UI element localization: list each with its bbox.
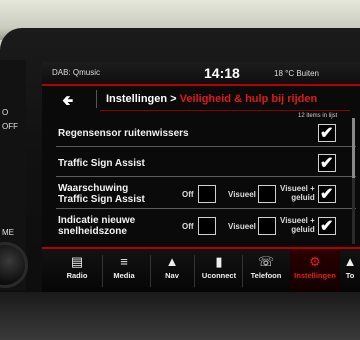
radio-icon: ▤ — [70, 254, 84, 269]
setting-label-line: Waarschuwing — [58, 183, 129, 194]
infotainment-screen: DAB: Qmusic 14:18 18 °C Buiten 🢀 Instell… — [42, 62, 360, 292]
audio-source: DAB: Qmusic — [52, 68, 101, 77]
tsa-warning-off-checkbox[interactable] — [198, 185, 216, 203]
page-title: Veiligheid & hulp bij rijden — [179, 93, 318, 105]
nav-settings[interactable]: ⚙ Instellingen — [290, 249, 340, 292]
side-label: ME — [2, 228, 14, 237]
setting-row-rain-sensor[interactable]: Regensensor ruitenwissers — [56, 120, 356, 147]
option-off-label: Off — [182, 190, 194, 199]
option-label-line: geluid — [291, 193, 315, 202]
speed-zone-visual-sound-checkbox[interactable] — [318, 216, 336, 236]
setting-label: Traffic Sign Assist — [58, 158, 145, 169]
traffic-sign-assist-checkbox[interactable] — [318, 153, 336, 173]
nav-icon: ▲ — [165, 254, 179, 269]
option-label-line: geluid — [291, 225, 315, 234]
outside-temperature: 18 °C Buiten — [274, 69, 320, 78]
tsa-warning-visual-sound-checkbox[interactable] — [318, 184, 336, 204]
nav-phone[interactable]: ☏ Telefoon — [241, 249, 291, 292]
option-visual-label: Visueel — [228, 222, 256, 231]
setting-label-line: Indicatie nieuwe — [58, 215, 136, 226]
nav-nav[interactable]: ▲ Nav — [147, 249, 197, 292]
nav-label: Uconnect — [201, 271, 237, 280]
tools-icon: ▲ — [343, 254, 357, 269]
option-off-label: Off — [182, 222, 194, 231]
phone-icon: ☏ — [257, 254, 275, 269]
setting-label-line: snelheidszone — [58, 226, 127, 237]
nav-tools[interactable]: ▲ To — [338, 249, 360, 292]
divider — [100, 110, 350, 111]
nav-radio[interactable]: ▤ Radio — [52, 249, 102, 292]
setting-label-line: Traffic Sign Assist — [58, 194, 145, 205]
setting-label: Waarschuwing Traffic Sign Assist — [58, 183, 145, 205]
bottom-nav-bar: ▤ Radio ≡ Media ▲ Nav ▮ Uconnect ☏ Telef… — [42, 247, 360, 292]
clock: 14:18 — [204, 65, 240, 81]
option-visual-sound-label: Visueel + geluid — [280, 184, 315, 202]
side-label: O — [2, 108, 9, 117]
tsa-warning-visual-checkbox[interactable] — [258, 185, 276, 203]
item-count: 12 items in lijst — [298, 113, 338, 119]
status-bar: DAB: Qmusic 14:18 18 °C Buiten — [42, 62, 360, 86]
uconnect-icon: ▮ — [215, 254, 223, 269]
dashboard-bottom — [0, 292, 360, 340]
nav-label: Nav — [165, 271, 179, 280]
nav-label: To — [345, 271, 355, 280]
nav-label: Telefoon — [250, 271, 282, 280]
speed-zone-visual-checkbox[interactable] — [258, 217, 276, 235]
setting-label: Indicatie nieuwe snelheidszone — [58, 215, 135, 237]
nav-media[interactable]: ≡ Media — [99, 249, 149, 292]
nav-label: Radio — [66, 271, 88, 280]
option-label-line: Visueel + — [280, 216, 315, 225]
divider — [96, 90, 97, 108]
breadcrumb-parent[interactable]: Instellingen > — [106, 93, 177, 105]
media-icon: ≡ — [120, 254, 128, 269]
nav-uconnect[interactable]: ▮ Uconnect — [194, 249, 244, 292]
rain-sensor-checkbox[interactable] — [318, 123, 336, 143]
nav-label: Media — [113, 271, 135, 280]
setting-row-tsa-warning: Waarschuwing Traffic Sign Assist Off Vis… — [56, 180, 356, 209]
setting-label: Regensensor ruitenwissers — [58, 128, 189, 139]
setting-row-traffic-sign-assist[interactable]: Traffic Sign Assist — [56, 150, 356, 177]
option-label-line: Visueel + — [280, 184, 315, 193]
back-arrow-icon[interactable]: 🢀 — [62, 90, 73, 114]
side-label-off: OFF — [2, 122, 18, 131]
nav-label: Instellingen — [294, 271, 336, 280]
speed-zone-off-checkbox[interactable] — [198, 217, 216, 235]
setting-row-speed-zone: Indicatie nieuwe snelheidszone Off Visue… — [56, 212, 356, 240]
settings-icon: ⚙ — [309, 254, 321, 269]
scrollbar-thumb[interactable] — [352, 118, 355, 178]
breadcrumb: Instellingen > Veiligheid & hulp bij rij… — [106, 93, 317, 105]
option-visual-label: Visueel — [228, 190, 256, 199]
option-visual-sound-label: Visueel + geluid — [280, 216, 315, 234]
